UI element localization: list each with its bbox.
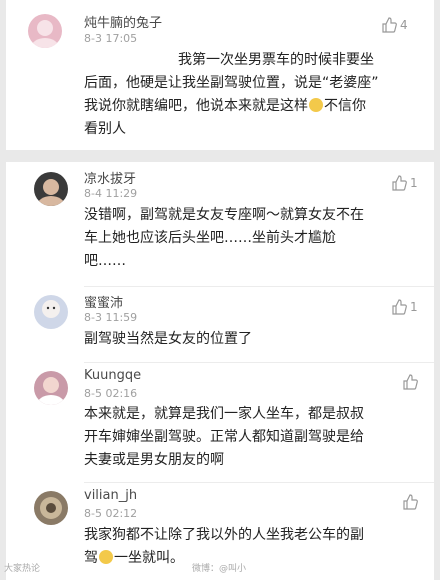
- comment-text: 后面，他硬是让我坐副驾驶位置，说是“老婆座”: [84, 75, 379, 91]
- comment-text: 我第一次坐男票车的时候非要坐: [178, 52, 374, 68]
- comment-text: 看别人: [84, 121, 126, 137]
- smile-emoji-icon: [99, 550, 113, 564]
- thumbs-up-icon: [403, 374, 418, 390]
- username[interactable]: vilian_jh: [84, 488, 137, 503]
- thumbs-up-icon: [382, 17, 397, 33]
- comment-text: 我家狗都不让除了我以外的人坐我老公车的副: [84, 527, 364, 543]
- timestamp: 8-4 11:29: [84, 187, 138, 200]
- avatar-image-icon: [31, 20, 59, 48]
- like-button[interactable]: 4: [381, 16, 408, 34]
- avatar[interactable]: [34, 371, 68, 405]
- like-count: 4: [400, 18, 408, 32]
- comment-text: 夫妻或是男女朋友的啊: [84, 452, 224, 468]
- comment-item: 凉水拔牙 8-4 11:29 1 没错啊，副驾就是女友专座啊～就算女友不在 车上…: [6, 162, 434, 286]
- thumbs-up-icon: [403, 494, 418, 510]
- like-count: 1: [410, 300, 418, 314]
- comment-text: 驾一坐就叫。: [84, 550, 184, 566]
- timestamp: 8-3 17:05: [84, 32, 138, 45]
- avatar[interactable]: [28, 14, 62, 48]
- avatar[interactable]: [34, 295, 68, 329]
- comment-text: 吧……: [84, 253, 126, 269]
- comment-text: 本来就是，就算是我们一家人坐车，都是叔叔: [84, 406, 364, 422]
- avatar[interactable]: [34, 172, 68, 206]
- like-count: 1: [410, 176, 418, 190]
- comment-item: 蜜蜜沛 8-3 11:59 1 副驾驶当然是女友的位置了: [6, 287, 434, 362]
- comment-text: 我说你就瞎编吧，他说本来就是这样 不信你: [84, 98, 366, 114]
- comment-text: 副驾驶当然是女友的位置了: [84, 331, 252, 347]
- like-button[interactable]: [402, 373, 421, 391]
- username[interactable]: 凉水拔牙: [84, 168, 136, 187]
- comment-card: 炖牛腩的兔子 8-3 17:05 4 我第一次坐男票车的时候非要坐 后面，他硬是…: [6, 0, 434, 150]
- comment-item: Kuungqe 8-5 02:16 本来就是，就算是我们一家人坐车，都是叔叔 开…: [6, 363, 434, 481]
- like-button[interactable]: [402, 493, 421, 511]
- timestamp: 8-5 02:12: [84, 507, 138, 520]
- avatar-image-icon: [42, 300, 60, 318]
- smile-emoji-icon: [309, 98, 323, 112]
- comment-text: 车上她也应该后头坐吧……坐前头才尴尬: [84, 230, 336, 246]
- comment-list: 凉水拔牙 8-4 11:29 1 没错啊，副驾就是女友专座啊～就算女友不在 车上…: [6, 162, 434, 580]
- avatar-image-icon: [37, 377, 65, 405]
- thumbs-up-icon: [392, 175, 407, 191]
- like-button[interactable]: 1: [391, 298, 418, 316]
- avatar[interactable]: [34, 491, 68, 525]
- username[interactable]: 炖牛腩的兔子: [84, 12, 162, 31]
- username[interactable]: 蜜蜜沛: [84, 292, 123, 311]
- timestamp: 8-3 11:59: [84, 311, 138, 324]
- comment-text: 开车婶婶坐副驾驶。正常人都知道副驾驶是给: [84, 429, 364, 445]
- avatar-image-icon: [40, 497, 62, 519]
- like-button[interactable]: 1: [391, 174, 418, 192]
- watermark-left: 大家热论: [4, 564, 41, 574]
- avatar-image-icon: [37, 179, 65, 206]
- timestamp: 8-5 02:16: [84, 387, 138, 400]
- watermark-center: 微博：@叫小: [192, 564, 247, 574]
- username[interactable]: Kuungqe: [84, 368, 141, 383]
- thumbs-up-icon: [392, 299, 407, 315]
- comment-text: 没错啊，副驾就是女友专座啊～就算女友不在: [84, 207, 364, 223]
- comment-item: 炖牛腩的兔子 8-3 17:05 4 我第一次坐男票车的时候非要坐 后面，他硬是…: [6, 0, 434, 150]
